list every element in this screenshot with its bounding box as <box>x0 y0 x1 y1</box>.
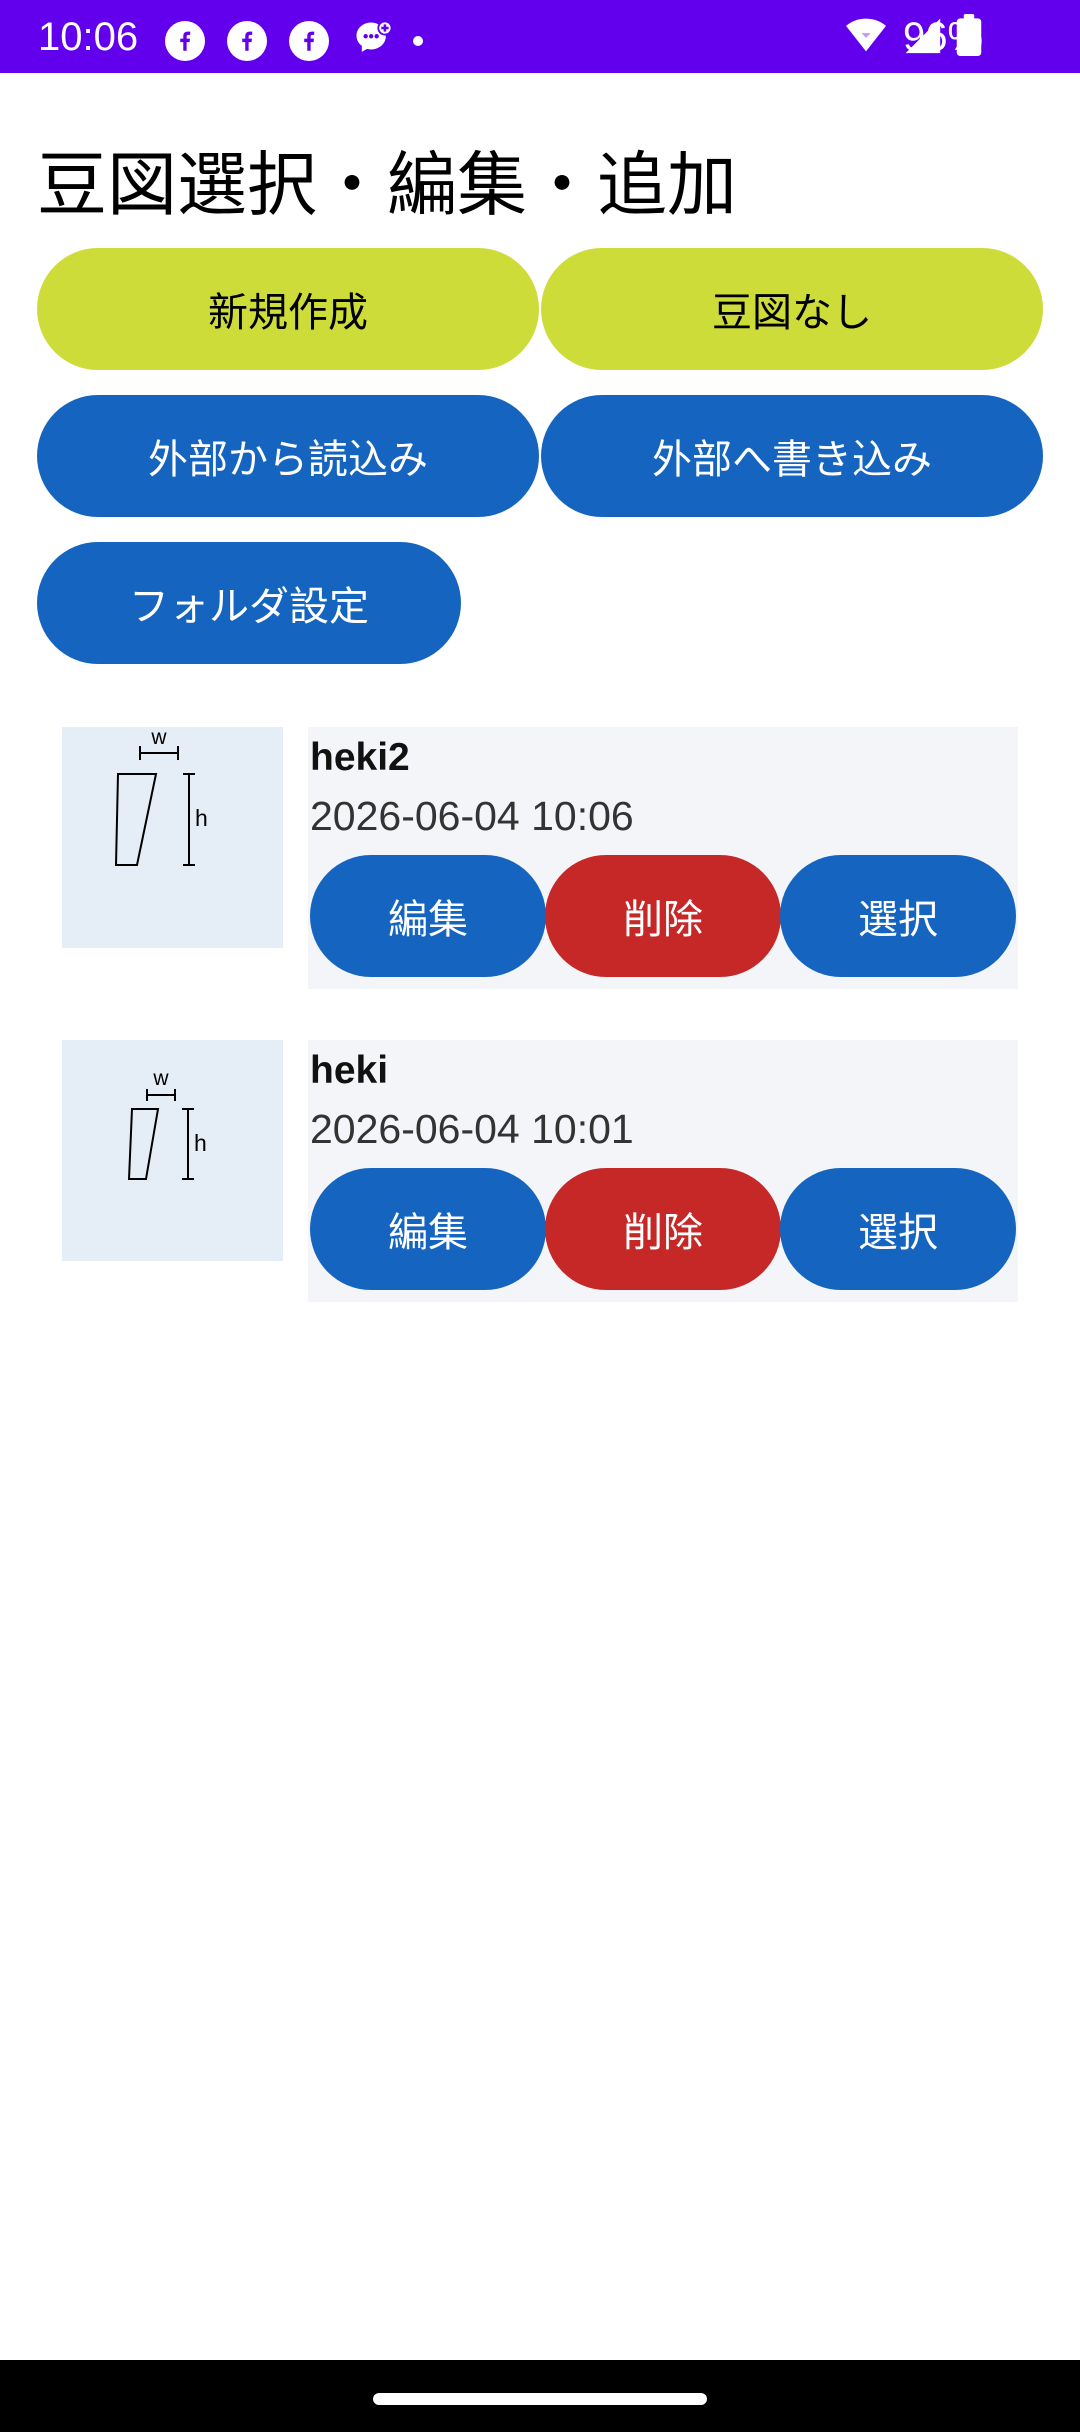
edit-button[interactable]: 編集 <box>310 855 546 977</box>
item-name: heki2 <box>310 736 410 779</box>
home-gesture-handle[interactable] <box>373 2393 707 2405</box>
facebook-icon <box>227 21 267 61</box>
folder-settings-button[interactable]: フォルダ設定 <box>37 542 461 664</box>
list-item: w h heki 2026-06-04 10:01 編集 削除 選択 <box>62 1040 1018 1302</box>
export-button[interactable]: 外部へ書き込み <box>541 395 1043 517</box>
item-thumbnail[interactable]: w h <box>62 727 283 948</box>
delete-button[interactable]: 削除 <box>545 855 781 977</box>
item-name: heki <box>310 1049 389 1092</box>
messenger-icon <box>351 17 395 65</box>
item-thumbnail[interactable]: w h <box>62 1040 283 1261</box>
new-button[interactable]: 新規作成 <box>37 248 539 370</box>
edit-button[interactable]: 編集 <box>310 1168 546 1290</box>
no-mamezu-button[interactable]: 豆図なし <box>541 248 1043 370</box>
navigation-bar <box>0 2360 1080 2432</box>
thumb-height-label: h <box>195 805 208 831</box>
item-date: 2026-06-04 10:01 <box>310 1106 634 1152</box>
parallelogram-diagram-icon: w h <box>114 727 208 866</box>
notification-icons <box>165 17 423 65</box>
notification-dot-icon <box>413 36 423 46</box>
facebook-icon <box>289 21 329 61</box>
status-bar: 10:06 96% <box>0 0 1080 73</box>
wifi-icon <box>846 18 886 52</box>
thumb-height-label: h <box>194 1130 207 1156</box>
facebook-icon <box>165 21 205 61</box>
status-time: 10:06 <box>38 15 139 59</box>
item-info-card: heki 2026-06-04 10:01 編集 削除 選択 <box>308 1040 1018 1302</box>
thumb-width-label: w <box>152 1067 169 1090</box>
select-button[interactable]: 選択 <box>780 1168 1016 1290</box>
delete-button[interactable]: 削除 <box>545 1168 781 1290</box>
battery-percent: 96% <box>903 15 984 59</box>
item-info-card: heki2 2026-06-04 10:06 編集 削除 選択 <box>308 727 1018 989</box>
page-title: 豆図選択・編集・追加 <box>37 144 737 226</box>
select-button[interactable]: 選択 <box>780 855 1016 977</box>
thumb-width-label: w <box>150 727 167 749</box>
item-date: 2026-06-04 10:06 <box>310 793 634 839</box>
parallelogram-diagram-icon: w h <box>127 1067 207 1180</box>
import-button[interactable]: 外部から読込み <box>37 395 539 517</box>
list-item: w h heki2 2026-06-04 10:06 編集 削除 選択 <box>62 727 1018 989</box>
